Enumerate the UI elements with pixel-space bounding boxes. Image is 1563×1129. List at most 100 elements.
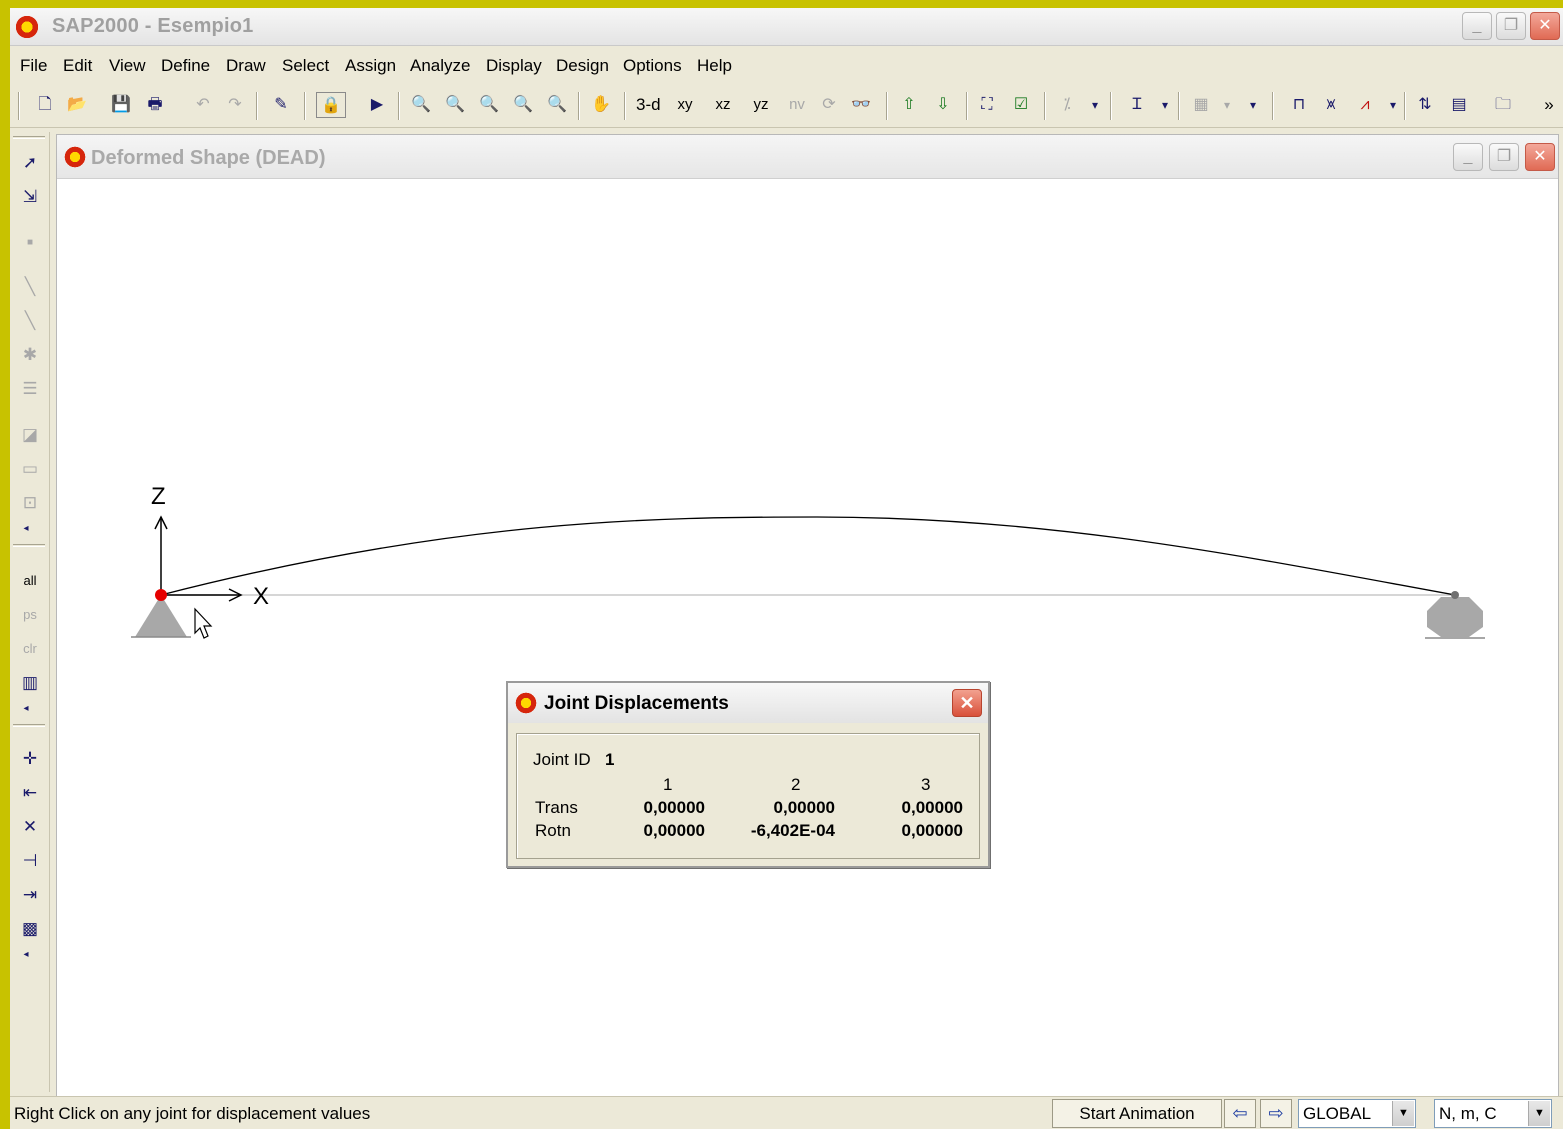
zoom-window-icon[interactable]: 🔍 <box>410 92 432 118</box>
refresh-pencil-icon[interactable]: ✎ <box>270 92 292 118</box>
menu-draw[interactable]: Draw <box>226 56 266 76</box>
snap-lines-icon[interactable]: ⇥ <box>16 882 44 908</box>
snap-points-icon[interactable]: ✛ <box>16 746 44 772</box>
snap-perpendicular-icon[interactable]: ⊣ <box>16 848 44 874</box>
child-maximize-button[interactable]: ❐ <box>1489 143 1519 171</box>
menu-file[interactable]: File <box>20 56 47 76</box>
previous-step-arrow-icon[interactable]: ⇦ <box>1224 1099 1256 1128</box>
view-3d-button[interactable]: 3-d <box>636 92 661 118</box>
menu-display[interactable]: Display <box>486 56 542 76</box>
deformed-beam[interactable] <box>160 516 1456 596</box>
view-yz-button[interactable]: yz <box>750 92 772 118</box>
move-up-icon[interactable]: ⇧ <box>898 92 920 118</box>
draw-rect-area-icon[interactable]: ▭ <box>16 456 44 482</box>
menu-analyze[interactable]: Analyze <box>410 56 470 76</box>
reshape-pointer-icon[interactable]: ⇲ <box>16 184 44 210</box>
menu-view[interactable]: View <box>109 56 146 76</box>
coordinate-system-select[interactable]: GLOBAL ▼ <box>1298 1099 1416 1128</box>
menu-help[interactable]: Help <box>697 56 732 76</box>
open-folder-icon[interactable]: 📂 <box>66 92 88 118</box>
toolbar-grip <box>13 136 45 139</box>
next-step-arrow-icon[interactable]: ⇨ <box>1260 1099 1292 1128</box>
model-canvas[interactable]: Z X <box>57 179 1558 1097</box>
quick-draw-area-icon[interactable]: ⊡ <box>16 490 44 516</box>
pan-icon[interactable]: ✋ <box>590 92 612 118</box>
dropdown-arrow-icon[interactable]: ▾ <box>1216 92 1238 118</box>
redo-icon[interactable]: ↷ <box>224 92 246 118</box>
percent-icon[interactable]: ⁒ <box>1056 92 1078 118</box>
collapse-arrow-icon[interactable]: ◂ <box>12 696 40 722</box>
view-nv-button[interactable]: nv <box>786 92 808 118</box>
dialog-title-bar[interactable]: Joint Displacements ✕ <box>508 683 988 723</box>
zoom-full-icon[interactable]: 🔍 <box>478 92 500 118</box>
joint-1-selected[interactable] <box>155 589 167 601</box>
print-icon[interactable]: 🖶 <box>144 92 166 118</box>
menu-options[interactable]: Options <box>623 56 682 76</box>
area-section-icon[interactable]: ▦ <box>1190 92 1212 118</box>
clear-select-button[interactable]: clr <box>16 636 44 662</box>
design-table-icon[interactable]: ▤ <box>1448 92 1470 118</box>
deformed-shape-icon[interactable]: ⩘ <box>1354 92 1376 118</box>
menu-define[interactable]: Define <box>161 56 210 76</box>
menu-edit[interactable]: Edit <box>63 56 92 76</box>
zoom-restore-icon[interactable]: 🔍 <box>444 92 466 118</box>
zoom-out-icon[interactable]: 🔍 <box>546 92 568 118</box>
dropdown-arrow-icon[interactable]: ▾ <box>1154 92 1176 118</box>
draw-point-icon[interactable]: ■ <box>16 230 44 256</box>
menu-select[interactable]: Select <box>282 56 329 76</box>
set-display-options-icon[interactable]: ⛶ <box>976 92 998 118</box>
menu-design[interactable]: Design <box>556 56 609 76</box>
perspective-glasses-icon[interactable]: 👓 <box>850 92 872 118</box>
quick-draw-frame-icon[interactable]: ╲ <box>16 308 44 334</box>
snap-intersections-icon[interactable]: ✕ <box>16 814 44 840</box>
run-analysis-icon[interactable]: ▶ <box>366 92 388 118</box>
restore-button[interactable]: ❐ <box>1496 12 1526 40</box>
rotate-view-icon[interactable]: ⟳ <box>818 92 840 118</box>
dropdown-arrow-icon[interactable]: ▾ <box>1242 92 1264 118</box>
intersecting-line-select-icon[interactable]: ▥ <box>16 670 44 696</box>
model-view[interactable] <box>57 179 1558 1097</box>
close-button[interactable]: ✕ <box>1530 12 1560 40</box>
checkbox-icon[interactable]: ☑ <box>1010 92 1032 118</box>
draw-brace-icon[interactable]: ✱ <box>16 342 44 368</box>
start-animation-button[interactable]: Start Animation <box>1052 1099 1222 1128</box>
undo-icon[interactable]: ↶ <box>192 92 214 118</box>
snap-fine-grid-icon[interactable]: ▩ <box>16 916 44 942</box>
view-xy-button[interactable]: xy <box>674 92 696 118</box>
export-icon[interactable]: 🗀 <box>1492 92 1514 118</box>
child-close-button[interactable]: ✕ <box>1525 143 1555 171</box>
chevron-down-icon[interactable]: ▼ <box>1528 1101 1550 1126</box>
save-icon[interactable]: 💾 <box>110 92 132 118</box>
chevron-down-icon[interactable]: ▼ <box>1392 1101 1414 1126</box>
toolbar-grip <box>13 544 45 547</box>
zoom-in-icon[interactable]: 🔍 <box>512 92 534 118</box>
draw-section-cut-icon[interactable]: ☰ <box>16 376 44 402</box>
menu-assign[interactable]: Assign <box>345 56 396 76</box>
select-all-button[interactable]: all <box>16 568 44 594</box>
move-down-icon[interactable]: ⇩ <box>932 92 954 118</box>
lock-icon[interactable]: 🔒 <box>316 92 346 118</box>
new-file-icon[interactable]: 🗋 <box>34 92 56 118</box>
child-minimize-button[interactable]: _ <box>1453 143 1483 171</box>
collapse-arrow-icon[interactable]: ◂ <box>12 942 40 968</box>
pointer-select-icon[interactable]: ➚ <box>16 150 44 176</box>
collapse-arrow-icon[interactable]: ◂ <box>12 516 40 542</box>
minimize-button[interactable]: _ <box>1462 12 1492 40</box>
dialog-close-button[interactable]: ✕ <box>952 689 982 717</box>
dropdown-arrow-icon[interactable]: ▾ <box>1084 92 1106 118</box>
snap-ends-icon[interactable]: ⇤ <box>16 780 44 806</box>
view-xz-button[interactable]: xz <box>712 92 734 118</box>
roller-support[interactable] <box>1427 597 1483 637</box>
frame-icon[interactable]: ⊓ <box>1288 92 1310 118</box>
dropdown-arrow-icon[interactable]: ▾ <box>1382 92 1404 118</box>
section-i-icon[interactable]: Ɪ <box>1126 92 1148 118</box>
previous-select-button[interactable]: ps <box>16 602 44 628</box>
design-icon[interactable]: ⇅ <box>1414 92 1436 118</box>
frame-loads-icon[interactable]: ⩙ <box>1320 92 1342 118</box>
units-select[interactable]: N, m, C ▼ <box>1434 1099 1552 1128</box>
joint-2[interactable] <box>1451 591 1459 599</box>
pin-support[interactable] <box>135 595 187 637</box>
toolbar-overflow-button[interactable]: » <box>1538 92 1560 118</box>
draw-frame-icon[interactable]: ╲ <box>16 274 44 300</box>
draw-poly-area-icon[interactable]: ◪ <box>16 422 44 448</box>
